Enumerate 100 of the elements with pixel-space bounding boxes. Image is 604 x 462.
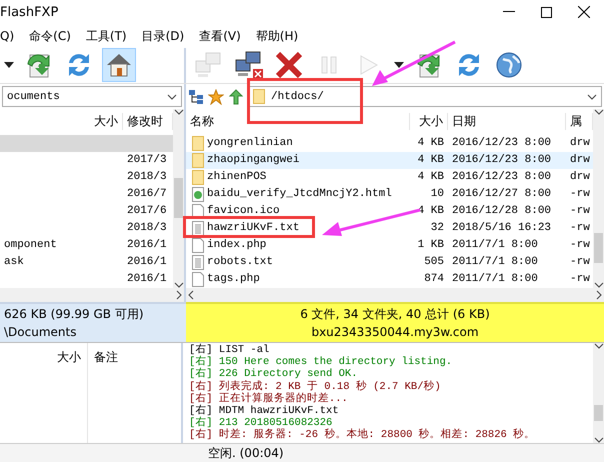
file-row[interactable]: 2018/3	[0, 168, 173, 186]
column-header[interactable]: 备注	[88, 342, 181, 443]
file-date: 2018/5/16 16:23	[451, 222, 552, 234]
maximize-button[interactable]	[541, 6, 552, 18]
globe-icon	[495, 51, 523, 80]
file-row[interactable]: yongrenlinian 4 KB 2016/12/23 8:00 drw	[186, 134, 593, 152]
file-date: 2018/3	[126, 171, 168, 184]
column-header[interactable]: 大小	[410, 113, 448, 130]
file-size: 874	[423, 273, 445, 286]
file-date: 2017/3	[126, 154, 168, 166]
file-row[interactable]: 2017/3	[0, 152, 173, 169]
file-attributes: -rw	[569, 256, 591, 268]
close-button[interactable]	[578, 6, 590, 18]
file-row[interactable]: 2018/3	[0, 220, 173, 237]
file-size: 4 KB	[416, 137, 445, 150]
file-date: 2016/1	[126, 256, 168, 268]
log-line: [右] 正在计算服务器的时差...	[189, 392, 349, 405]
up-arrow-icon[interactable]	[228, 88, 244, 105]
file-size: 32	[430, 222, 445, 234]
file-name: zhaopingangwei	[186, 152, 300, 168]
file-date: 2011/7/1 8:00	[451, 256, 539, 268]
file-row[interactable]: ask 2016/1	[0, 254, 173, 271]
scroll-up-icon	[594, 342, 604, 349]
column-header[interactable]: 大小	[60, 113, 123, 130]
file-name: baidu_verify_JtcdMncjY2.html	[186, 186, 392, 202]
scroll-up-icon	[174, 108, 184, 115]
tree-icon[interactable]	[188, 88, 204, 105]
log-line: [右] LIST -al	[189, 344, 270, 356]
file-row[interactable]: tags.php 874 2011/7/1 8:00 -rw	[186, 270, 593, 288]
folder-icon	[192, 136, 204, 151]
path-dropdown[interactable]: ocuments	[2, 86, 182, 108]
file-row[interactable]: 2016/1	[0, 270, 173, 288]
file-row[interactable]: baidu_verify_JtcdMncjY2.html 10 2016/12/27 8:00 -rw	[186, 186, 593, 203]
minimize-button[interactable]	[503, 11, 515, 14]
menu-item[interactable]: Q)	[0, 29, 14, 44]
play-icon	[360, 55, 378, 76]
text-file-icon	[192, 254, 204, 270]
star-icon[interactable]	[208, 88, 224, 105]
file-date: 2016/12/23 8:00	[451, 154, 552, 166]
file-row[interactable]: 2016/7	[0, 186, 173, 203]
file-date: 2018/3	[126, 222, 168, 234]
log-line: [右] 213 20180516082326	[189, 417, 332, 430]
scrollbar-thumb[interactable]	[174, 178, 183, 218]
path-dropdown[interactable]: /htdocs/	[248, 86, 602, 108]
scroll-right-icon	[176, 290, 182, 300]
status-text: 6 文件, 34 文件夹, 40 总计 (6 KB)	[300, 306, 490, 323]
file-date: 2016/12/23 8:00	[451, 171, 552, 184]
scrollbar-thumb[interactable]	[594, 233, 603, 264]
scrollbar[interactable]	[186, 288, 604, 302]
folder-icon	[253, 89, 265, 104]
file-name: robots.txt	[186, 254, 274, 270]
file-name: omponent	[3, 239, 58, 252]
file-row[interactable]: 2017/6	[0, 202, 173, 220]
file-name: index.php	[186, 238, 266, 253]
file-row[interactable]: index.php 1 KB 2011/7/1 8:00 -rw	[186, 236, 593, 254]
menu-item[interactable]: 帮助(H)	[256, 28, 298, 45]
chevron-down-icon	[587, 94, 597, 100]
menu-item[interactable]: 命令(C)	[29, 28, 71, 45]
log-line: [右] 150 Here comes the directory listing.	[189, 356, 454, 368]
file-row[interactable]: robots.txt 505 2011/7/1 8:00 -rw	[186, 254, 593, 271]
file-row[interactable]: zhaopingangwei 4 KB 2016/12/23 8:00 drw	[186, 152, 593, 169]
home-icon	[105, 51, 133, 80]
log-line: [右] 226 Directory send OK.	[189, 368, 359, 380]
disconnect-icon	[234, 50, 264, 80]
log-line: [右] 列表完成: 2 KB 于 0.18 秒 (2.7 KB/秒)	[189, 380, 442, 393]
scroll-down-icon	[594, 282, 604, 288]
menu-item[interactable]: 查看(V)	[199, 28, 241, 45]
file-size: 1 KB	[416, 239, 445, 252]
file-attributes: -rw	[569, 205, 591, 218]
scrollbar[interactable]	[593, 342, 604, 443]
file-date: 2016/12/28 8:00	[451, 205, 552, 218]
file-date: 2011/7/1 8:00	[451, 239, 539, 252]
file-name: favicon.ico	[186, 204, 280, 219]
status-text: bxu2343350044.my3w.com	[311, 324, 479, 341]
file-attributes: -rw	[569, 273, 591, 286]
menu-item[interactable]: 目录(D)	[142, 28, 184, 45]
scrollbar[interactable]	[173, 108, 184, 288]
file-row[interactable]: zhinenPOS 4 KB 2016/12/23 8:00 drw	[186, 168, 593, 186]
close-icon	[275, 51, 303, 80]
scrollbar-thumb[interactable]	[594, 404, 603, 421]
status-text: 空闲. (00:04)	[208, 444, 284, 462]
file-date: 2016/7	[126, 188, 168, 200]
status-text: \Documents	[4, 324, 76, 341]
file-row[interactable]: omponent 2016/1	[0, 236, 173, 254]
scrollbar[interactable]	[593, 108, 604, 288]
scrollbar[interactable]	[0, 288, 184, 302]
file-size: 4 KB	[416, 171, 445, 184]
file-date: 2016/1	[126, 273, 168, 286]
log-line: [右] MDTM hawzriUKvF.txt	[189, 405, 340, 417]
file-date: 2017/6	[126, 205, 168, 218]
column-header[interactable]: 日期	[448, 113, 566, 130]
file-name: tags.php	[186, 272, 260, 287]
caret-icon	[4, 62, 14, 68]
file-attributes: -rw	[569, 188, 591, 200]
file-attributes: drw	[569, 171, 591, 184]
home-button[interactable]	[102, 48, 136, 82]
column-header[interactable]: 名称	[186, 113, 410, 130]
file-attributes: drw	[569, 137, 591, 150]
pause-icon	[321, 56, 337, 74]
menu-item[interactable]: 工具(T)	[86, 28, 127, 45]
